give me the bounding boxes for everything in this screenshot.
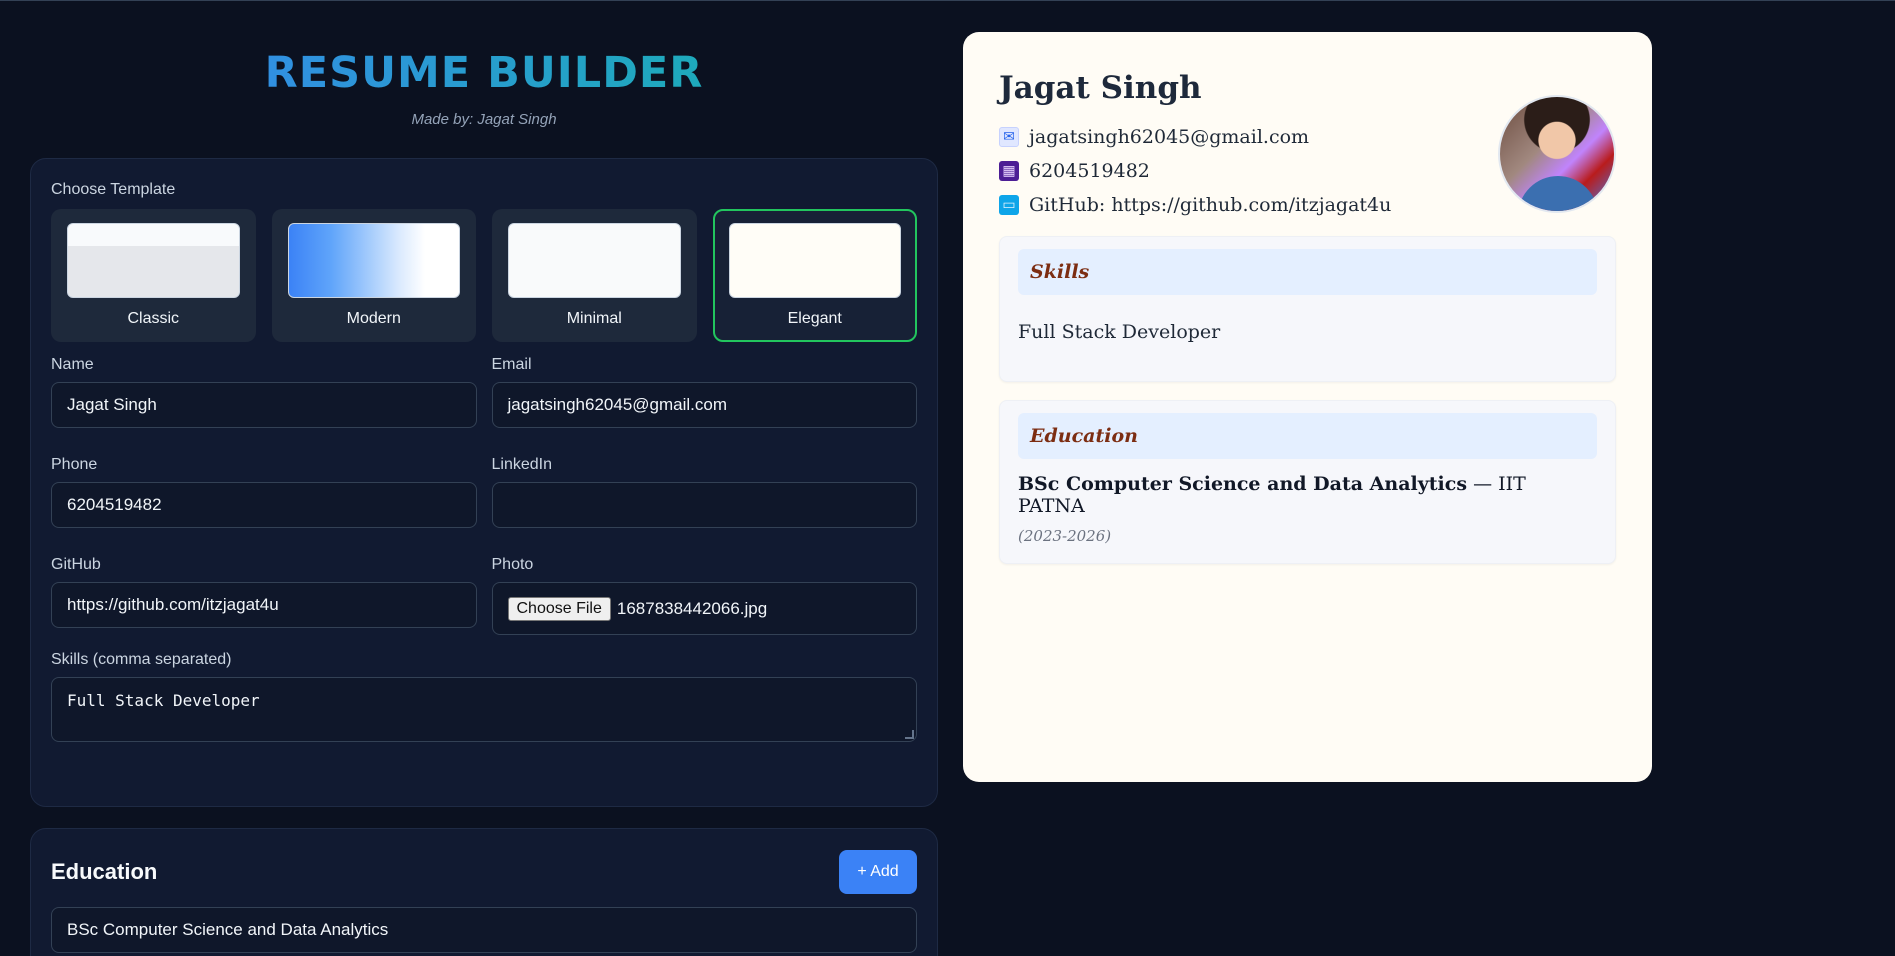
resize-handle-icon[interactable] (905, 730, 914, 739)
preview-education-title: Education (1018, 413, 1597, 459)
resume-builder-page: RESUME BUILDER Made by: Jagat Singh Choo… (0, 0, 1895, 956)
education-editor-header: Education + Add (51, 849, 917, 895)
avatar-body (1518, 176, 1598, 211)
github-input[interactable]: https://github.com/itzjagat4u (51, 582, 477, 628)
education-degree-input[interactable]: BSc Computer Science and Data Analytics (51, 907, 917, 953)
template-minimal[interactable]: Minimal (492, 209, 697, 342)
template-modern-preview (287, 223, 460, 298)
github-field-group: GitHub https://github.com/itzjagat4u (51, 556, 477, 635)
phone-label: Phone (51, 456, 98, 473)
preview-education-years: (2023-2026) (1018, 527, 1112, 545)
email-icon: ✉ (999, 127, 1019, 147)
template-minimal-preview (508, 223, 681, 298)
resume-preview: Jagat Singh ✉ jagatsingh62045@gmail.com … (963, 32, 1652, 782)
preview-education-separator: — (1467, 473, 1499, 495)
avatar (1498, 95, 1616, 213)
preview-phone: 6204519482 (1029, 160, 1150, 182)
preview-name: Jagat Singh (999, 70, 1202, 106)
github-label: GitHub (51, 556, 101, 573)
preview-education-item: BSc Computer Science and Data Analytics … (1018, 473, 1597, 517)
phone-input[interactable]: 6204519482 (51, 482, 477, 528)
add-education-button[interactable]: + Add (839, 850, 917, 894)
preview-github-prefix: GitHub: (1029, 194, 1112, 216)
photo-field-group: Photo Choose File 1687838442066.jpg (491, 556, 917, 635)
choose-file-button[interactable]: Choose File (507, 596, 611, 621)
form-card: Choose Template Classic Modern Minimal E… (30, 158, 938, 807)
photo-input[interactable]: Choose File 1687838442066.jpg (491, 582, 917, 635)
email-input[interactable]: jagatsingh62045@gmail.com (491, 382, 917, 428)
skills-textarea-value: Full Stack Developer (67, 691, 260, 710)
skills-textarea[interactable]: Full Stack Developer (51, 677, 917, 742)
template-label: Choose Template (51, 181, 176, 198)
template-modern-label: Modern (346, 310, 401, 327)
email-field-group: Email jagatsingh62045@gmail.com (491, 356, 917, 428)
linkedin-input[interactable] (491, 482, 917, 528)
editor-panel: RESUME BUILDER Made by: Jagat Singh Choo… (30, 1, 938, 956)
preview-skills-title: Skills (1018, 249, 1597, 295)
phone-icon: ▦ (999, 161, 1019, 181)
name-input[interactable]: Jagat Singh (51, 382, 477, 428)
preview-education-section: Education BSc Computer Science and Data … (999, 400, 1616, 564)
template-elegant[interactable]: Elegant (712, 209, 917, 342)
template-classic[interactable]: Classic (51, 209, 256, 342)
preview-email: jagatsingh62045@gmail.com (1029, 126, 1310, 148)
photo-filename: 1687838442066.jpg (616, 598, 768, 618)
linkedin-label: LinkedIn (491, 456, 553, 473)
preview-education-degree: BSc Computer Science and Data Analytics (1018, 473, 1468, 495)
education-editor-card: Education + Add BSc Computer Science and… (30, 828, 938, 956)
form-grid: Name Jagat Singh Email jagatsingh62045@g… (51, 342, 917, 635)
page-title: RESUME BUILDER (30, 47, 938, 99)
skills-label: Skills (comma separated) (51, 651, 232, 668)
education-editor-title: Education (51, 859, 158, 884)
template-elegant-preview (728, 223, 901, 298)
page-subtitle: Made by: Jagat Singh (411, 111, 557, 128)
laptop-icon: ▭ (999, 195, 1019, 215)
template-elegant-label: Elegant (787, 310, 842, 327)
template-classic-label: Classic (127, 310, 180, 327)
preview-skill-item: Full Stack Developer (1018, 321, 1221, 343)
template-minimal-label: Minimal (566, 310, 622, 327)
name-field-group: Name Jagat Singh (51, 356, 477, 428)
linkedin-field-group: LinkedIn (491, 456, 917, 528)
preview-skills-section: Skills Full Stack Developer (999, 236, 1616, 382)
template-modern[interactable]: Modern (271, 209, 476, 342)
photo-label: Photo (491, 556, 534, 573)
preview-github: https://github.com/itzjagat4u (1111, 194, 1392, 216)
email-label: Email (491, 356, 532, 373)
skills-field-group: Skills (comma separated) Full Stack Deve… (51, 651, 917, 742)
template-classic-preview (67, 223, 240, 298)
template-picker: Classic Modern Minimal Elegant (51, 209, 917, 342)
phone-field-group: Phone 6204519482 (51, 456, 477, 528)
name-label: Name (51, 356, 94, 373)
